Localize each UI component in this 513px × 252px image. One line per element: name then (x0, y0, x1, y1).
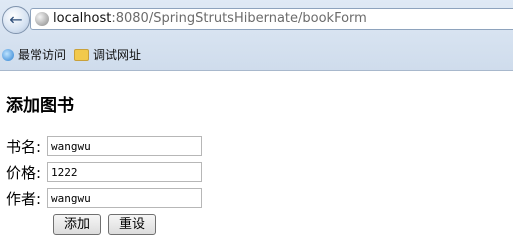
bookmark-debug-urls[interactable]: 调试网址 (74, 46, 141, 63)
url-text: localhost:8080/SpringStrutsHibernate/boo… (53, 11, 367, 26)
field-row-title: 书名: (6, 135, 202, 157)
reset-button[interactable]: 重设 (108, 214, 157, 235)
nav-row: ← localhost:8080/SpringStrutsHibernate/b… (0, 6, 513, 36)
field-row-author: 作者: (6, 187, 202, 209)
ie-icon (2, 48, 14, 61)
address-bar[interactable]: localhost:8080/SpringStrutsHibernate/boo… (30, 8, 513, 30)
url-host: localhost (53, 11, 112, 26)
field-label-author: 作者: (6, 189, 42, 208)
back-button[interactable]: ← (2, 6, 30, 34)
bookmarks-bar: 最常访问 调试网址 (0, 42, 513, 66)
author-input[interactable] (47, 188, 202, 208)
field-label-price: 价格: (6, 163, 42, 182)
page-title: 添加图书 (6, 96, 74, 116)
browser-chrome: ← localhost:8080/SpringStrutsHibernate/b… (0, 0, 513, 71)
bookmark-label: 调试网址 (93, 48, 142, 62)
bookmark-most-visited[interactable]: 最常访问 (2, 46, 66, 63)
book-title-input[interactable] (47, 136, 202, 156)
folder-icon (74, 48, 89, 61)
price-input[interactable] (47, 162, 202, 182)
field-label-title: 书名: (6, 137, 42, 156)
back-arrow-icon: ← (9, 10, 23, 29)
bookmark-label: 最常访问 (18, 48, 67, 62)
globe-icon (35, 12, 49, 26)
page-content: 添加图书 书名: 价格: 作者: 添加 重设 (0, 71, 513, 252)
url-path: :8080/SpringStrutsHibernate/bookForm (111, 11, 367, 26)
field-row-price: 价格: (6, 161, 202, 183)
add-button[interactable]: 添加 (53, 214, 102, 235)
